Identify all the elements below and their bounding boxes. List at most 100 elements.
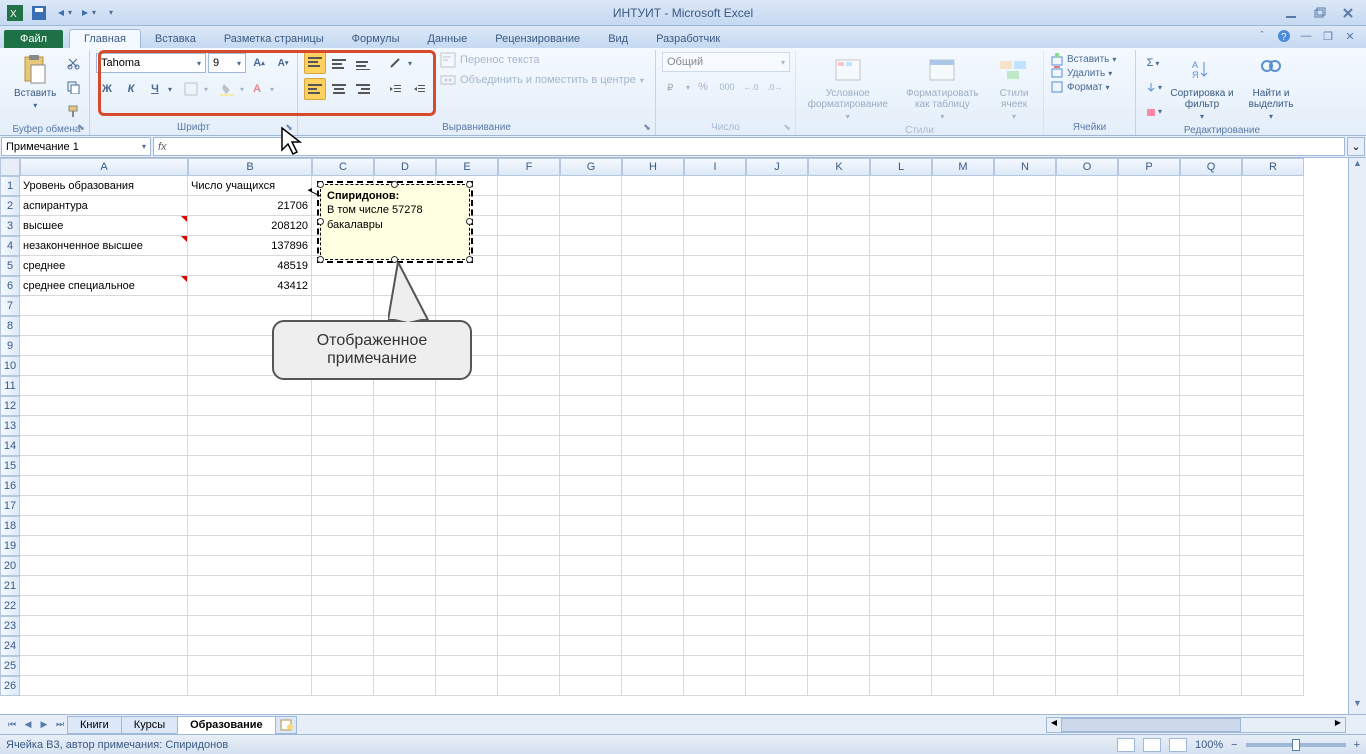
cell-I21[interactable] — [684, 576, 746, 596]
cell-I16[interactable] — [684, 476, 746, 496]
cell-N26[interactable] — [994, 676, 1056, 696]
cell-J12[interactable] — [746, 396, 808, 416]
cell-Q9[interactable] — [1180, 336, 1242, 356]
scroll-down-icon[interactable]: ▼ — [1349, 698, 1366, 714]
row-header-19[interactable]: 19 — [0, 536, 20, 556]
cell-N14[interactable] — [994, 436, 1056, 456]
cell-R14[interactable] — [1242, 436, 1304, 456]
cell-R8[interactable] — [1242, 316, 1304, 336]
cell-F12[interactable] — [498, 396, 560, 416]
font-size-select[interactable]: 9▾ — [208, 53, 246, 73]
cell-A26[interactable] — [20, 676, 188, 696]
increase-indent-icon[interactable] — [408, 78, 430, 100]
cell-R1[interactable] — [1242, 176, 1304, 196]
cell-P26[interactable] — [1118, 676, 1180, 696]
cell-B4[interactable]: 137896 — [188, 236, 312, 256]
cell-J2[interactable] — [746, 196, 808, 216]
sheet-tab-education[interactable]: Образование — [177, 716, 276, 734]
cell-R4[interactable] — [1242, 236, 1304, 256]
find-select-button[interactable]: Найти и выделить▾ — [1240, 52, 1302, 123]
cell-R22[interactable] — [1242, 596, 1304, 616]
sheet-tab-books[interactable]: Книги — [67, 716, 122, 734]
column-header-P[interactable]: P — [1118, 158, 1180, 176]
cell-F20[interactable] — [498, 556, 560, 576]
cell-D18[interactable] — [374, 516, 436, 536]
cell-L10[interactable] — [870, 356, 932, 376]
cell-M19[interactable] — [932, 536, 994, 556]
row-header-4[interactable]: 4 — [0, 236, 20, 256]
cell-M6[interactable] — [932, 276, 994, 296]
cell-A9[interactable] — [20, 336, 188, 356]
column-header-D[interactable]: D — [374, 158, 436, 176]
cell-O8[interactable] — [1056, 316, 1118, 336]
cell-P16[interactable] — [1118, 476, 1180, 496]
cell-F15[interactable] — [498, 456, 560, 476]
cell-G24[interactable] — [560, 636, 622, 656]
cell-B20[interactable] — [188, 556, 312, 576]
cell-I13[interactable] — [684, 416, 746, 436]
cell-P2[interactable] — [1118, 196, 1180, 216]
column-header-K[interactable]: K — [808, 158, 870, 176]
cell-M15[interactable] — [932, 456, 994, 476]
cell-A25[interactable] — [20, 656, 188, 676]
row-header-8[interactable]: 8 — [0, 316, 20, 336]
sheet-nav-next-icon[interactable]: ▶ — [36, 717, 52, 733]
cell-F13[interactable] — [498, 416, 560, 436]
cell-K2[interactable] — [808, 196, 870, 216]
cut-icon[interactable] — [62, 52, 84, 74]
cell-B23[interactable] — [188, 616, 312, 636]
row-header-5[interactable]: 5 — [0, 256, 20, 276]
cell-Q4[interactable] — [1180, 236, 1242, 256]
cell-H4[interactable] — [622, 236, 684, 256]
row-header-11[interactable]: 11 — [0, 376, 20, 396]
cell-M8[interactable] — [932, 316, 994, 336]
cell-Q20[interactable] — [1180, 556, 1242, 576]
cell-R20[interactable] — [1242, 556, 1304, 576]
cell-G20[interactable] — [560, 556, 622, 576]
cell-M10[interactable] — [932, 356, 994, 376]
cell-P22[interactable] — [1118, 596, 1180, 616]
undo-icon[interactable]: ▾ — [52, 3, 74, 23]
cell-J24[interactable] — [746, 636, 808, 656]
cell-J23[interactable] — [746, 616, 808, 636]
align-right-icon[interactable] — [352, 78, 374, 100]
cell-Q1[interactable] — [1180, 176, 1242, 196]
tab-developer[interactable]: Разработчик — [642, 30, 734, 48]
cell-G15[interactable] — [560, 456, 622, 476]
cell-O3[interactable] — [1056, 216, 1118, 236]
cell-D12[interactable] — [374, 396, 436, 416]
cell-P10[interactable] — [1118, 356, 1180, 376]
cell-N3[interactable] — [994, 216, 1056, 236]
cell-M24[interactable] — [932, 636, 994, 656]
fx-icon[interactable]: fx — [158, 141, 167, 153]
sheet-nav-last-icon[interactable]: ⏭ — [52, 717, 68, 733]
cell-A5[interactable]: среднее — [20, 256, 188, 276]
cell-C15[interactable] — [312, 456, 374, 476]
restore-icon[interactable] — [1308, 5, 1332, 21]
row-header-25[interactable]: 25 — [0, 656, 20, 676]
cell-H18[interactable] — [622, 516, 684, 536]
cell-J19[interactable] — [746, 536, 808, 556]
cell-F16[interactable] — [498, 476, 560, 496]
cell-O10[interactable] — [1056, 356, 1118, 376]
redo-icon[interactable]: ▾ — [76, 3, 98, 23]
cell-G5[interactable] — [560, 256, 622, 276]
cell-J3[interactable] — [746, 216, 808, 236]
delete-cells-button[interactable]: Удалить▾ — [1050, 66, 1112, 80]
column-header-J[interactable]: J — [746, 158, 808, 176]
scroll-right-icon[interactable]: ▶ — [1331, 718, 1345, 732]
cell-Q21[interactable] — [1180, 576, 1242, 596]
cell-N13[interactable] — [994, 416, 1056, 436]
cell-C12[interactable] — [312, 396, 374, 416]
cell-B13[interactable] — [188, 416, 312, 436]
cell-A6[interactable]: среднее специальное — [20, 276, 188, 296]
cell-H25[interactable] — [622, 656, 684, 676]
cell-R21[interactable] — [1242, 576, 1304, 596]
cell-D24[interactable] — [374, 636, 436, 656]
cell-L11[interactable] — [870, 376, 932, 396]
cell-O1[interactable] — [1056, 176, 1118, 196]
cell-I26[interactable] — [684, 676, 746, 696]
cell-I15[interactable] — [684, 456, 746, 476]
cell-R17[interactable] — [1242, 496, 1304, 516]
cell-M22[interactable] — [932, 596, 994, 616]
